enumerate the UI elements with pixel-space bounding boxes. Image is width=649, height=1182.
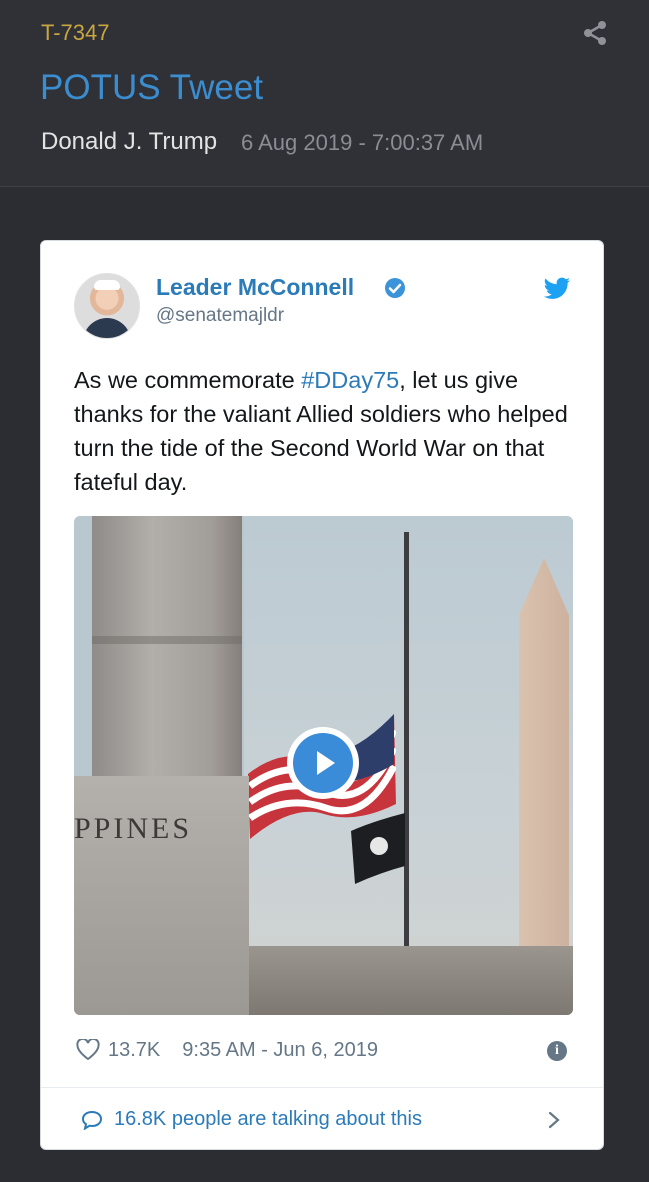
chevron-right-icon	[548, 1111, 560, 1129]
flagpole	[404, 532, 409, 952]
avatar-hair	[94, 280, 120, 290]
hashtag-link[interactable]: #DDay75	[301, 367, 399, 393]
display-name[interactable]: Leader McConnell	[156, 274, 354, 301]
twitter-bird-icon[interactable]	[543, 277, 571, 301]
avatar[interactable]	[74, 273, 140, 339]
tweet-meta: 13.7K 9:35 AM - Jun 6, 2019	[76, 1037, 378, 1063]
pillar-band	[92, 636, 242, 644]
memorial-wall	[249, 946, 573, 1015]
post-title: POTUS Tweet	[40, 68, 264, 107]
tweet-timestamp[interactable]: 9:35 AM - Jun 6, 2019	[182, 1039, 378, 1062]
speech-bubble-icon	[81, 1110, 103, 1130]
tweet-text: As we commemorate #DDay75, let us give t…	[74, 363, 574, 499]
info-icon[interactable]: i	[547, 1041, 567, 1061]
post-id: T-7347	[41, 20, 110, 45]
post-date: 6 Aug 2019 - 7:00:37 AM	[241, 130, 484, 155]
tweet-handle[interactable]: @senatemajldr	[156, 305, 284, 327]
memorial-inscription: PPINES	[74, 812, 193, 845]
tweet-video[interactable]: PPINES	[74, 516, 573, 1015]
post-author: Donald J. Trump	[41, 128, 218, 155]
pow-mia-flag	[351, 813, 405, 884]
tweet-text-before: As we commemorate	[74, 367, 302, 393]
play-button[interactable]	[287, 727, 359, 799]
washington-monument	[519, 558, 569, 968]
play-icon	[293, 733, 353, 793]
like-count[interactable]: 13.7K	[108, 1039, 160, 1062]
play-triangle	[316, 751, 335, 775]
verified-badge-icon	[385, 278, 405, 298]
talking-count: 16.8K people are talking about this	[114, 1108, 422, 1130]
heart-icon[interactable]	[76, 1039, 100, 1061]
avatar-body	[83, 318, 131, 338]
post-header: T-7347 POTUS Tweet Donald J. Trump 6 Aug…	[0, 0, 649, 187]
share-icon[interactable]	[582, 20, 608, 46]
embedded-tweet-card[interactable]: Leader McConnell @senatemajldr As we com…	[40, 240, 604, 1150]
conversation-link[interactable]: 16.8K people are talking about this	[41, 1088, 603, 1150]
